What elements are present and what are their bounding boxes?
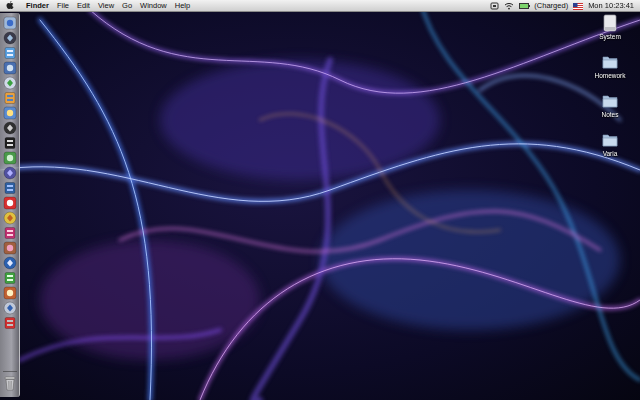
folder-icon <box>601 53 619 71</box>
word-icon <box>3 256 17 270</box>
battery-status: (Charged) <box>534 0 568 11</box>
dock-item[interactable] <box>2 135 18 150</box>
desktop-icons: System Homework Notes Varia <box>584 12 636 400</box>
menu-item[interactable]: File <box>53 0 73 11</box>
dock-item[interactable] <box>2 165 18 180</box>
trash-icon <box>4 376 16 391</box>
flower-icon <box>3 241 17 255</box>
iphoto-icon <box>3 91 17 105</box>
sync-icon[interactable] <box>490 0 499 11</box>
flag-icon[interactable] <box>573 0 583 11</box>
desktop-icon-label: System <box>599 33 621 41</box>
imovie-icon <box>3 106 17 120</box>
dock-item[interactable] <box>2 120 18 135</box>
finder-icon <box>3 16 17 30</box>
apple-icon[interactable] <box>6 1 14 10</box>
battery-indicator[interactable]: (Charged) <box>519 0 568 11</box>
desktop-icon[interactable]: Varia <box>584 131 636 158</box>
menu-item[interactable]: View <box>94 0 118 11</box>
menu-item[interactable]: Go <box>118 0 136 11</box>
dock-item[interactable] <box>2 376 18 391</box>
browser-icon <box>3 151 17 165</box>
dock-item[interactable] <box>2 150 18 165</box>
dvd-icon <box>3 166 17 180</box>
menu-item[interactable]: Edit <box>73 0 94 11</box>
dock-item[interactable] <box>2 270 18 285</box>
clapper-icon <box>3 136 17 150</box>
desktop-icon-label: Homework <box>594 72 625 80</box>
wifi-icon[interactable] <box>504 0 514 11</box>
paint-icon <box>3 226 17 240</box>
dock-item[interactable] <box>2 225 18 240</box>
dock-separator <box>3 371 17 372</box>
folder-icon <box>601 131 619 149</box>
dock-item[interactable] <box>2 240 18 255</box>
desktop-icon[interactable]: Notes <box>584 92 636 119</box>
dock-item[interactable] <box>2 105 18 120</box>
pencil-icon <box>3 211 17 225</box>
folder-icon <box>601 92 619 110</box>
dock-item[interactable] <box>2 195 18 210</box>
dock-item[interactable] <box>2 315 18 330</box>
battery-icon <box>519 3 530 9</box>
safari-icon <box>3 46 17 60</box>
phone-icon <box>3 271 17 285</box>
dashboard-icon <box>3 31 17 45</box>
magnet-icon <box>3 316 17 330</box>
mail-icon <box>3 301 17 315</box>
dock-item[interactable] <box>2 90 18 105</box>
desktop: System Homework Notes Varia <box>0 12 640 400</box>
final-cut-icon <box>3 121 17 135</box>
dock-item[interactable] <box>2 255 18 270</box>
hard-drive-icon <box>601 14 619 32</box>
wallpaper <box>0 0 640 400</box>
desktop-icon[interactable]: Homework <box>584 53 636 80</box>
dock-item[interactable] <box>2 180 18 195</box>
dock-item[interactable] <box>2 285 18 300</box>
desktop-icon-label: Notes <box>602 111 619 119</box>
app-menu[interactable]: Finder <box>22 0 53 11</box>
keynote-icon <box>3 181 17 195</box>
dock-item[interactable] <box>2 60 18 75</box>
preview-icon <box>3 61 17 75</box>
dock <box>0 13 20 397</box>
desktop-icon[interactable]: System <box>584 14 636 41</box>
dock-item[interactable] <box>2 45 18 60</box>
dock-item[interactable] <box>2 210 18 225</box>
books-icon <box>3 286 17 300</box>
menu-bar: FinderFileEditViewGoWindowHelp (Charged)… <box>0 0 640 12</box>
clock[interactable]: Mon 10:23:41 <box>588 0 634 11</box>
menu-item[interactable]: Window <box>136 0 171 11</box>
dock-item[interactable] <box>2 75 18 90</box>
dock-item[interactable] <box>2 30 18 45</box>
dock-item[interactable] <box>2 300 18 315</box>
menu-item[interactable]: Help <box>171 0 194 11</box>
desktop-icon-label: Varia <box>603 150 618 158</box>
lifesaver-icon <box>3 196 17 210</box>
dock-item[interactable] <box>2 15 18 30</box>
itunes-icon <box>3 76 17 90</box>
